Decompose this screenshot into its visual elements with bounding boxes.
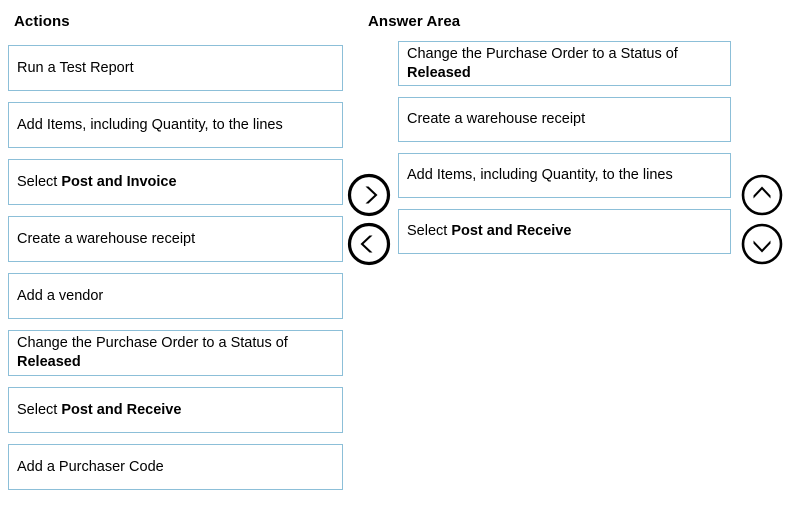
action-option-box[interactable]: Add Items, including Quantity, to the li…: [8, 102, 343, 148]
option-text-plain: Add a Purchaser Code: [17, 458, 164, 475]
action-option-box[interactable]: Add a Purchaser Code: [8, 444, 343, 490]
action-option-box[interactable]: Create a warehouse receipt: [8, 216, 343, 262]
chevron-down-icon: [741, 223, 783, 265]
option-text-emphasis: Released: [17, 354, 81, 370]
option-text-plain: Add Items, including Quantity, to the li…: [407, 167, 673, 183]
action-option-box[interactable]: Change the Purchase Order to a Status of…: [8, 330, 343, 376]
option-label: Create a warehouse receipt: [407, 110, 585, 129]
option-text-emphasis: Post and Receive: [61, 401, 182, 418]
option-text-plain: Run a Test Report: [17, 59, 134, 76]
chevron-up-icon: [741, 174, 783, 216]
action-option-box[interactable]: Run a Test Report: [8, 45, 343, 91]
option-label: Select Post and Receive: [17, 401, 181, 420]
option-text-plain: Select: [407, 223, 452, 239]
option-text-plain: Select: [17, 401, 62, 418]
option-label: Add Items, including Quantity, to the li…: [17, 116, 283, 135]
option-label: Add a vendor: [17, 287, 103, 306]
chevron-left-icon: [347, 222, 391, 266]
option-label: Create a warehouse receipt: [17, 230, 195, 249]
option-label: Run a Test Report: [17, 59, 134, 78]
option-text-plain: Add a vendor: [17, 287, 104, 304]
answer-option-box[interactable]: Add Items, including Quantity, to the li…: [398, 153, 731, 198]
action-option-box[interactable]: Add a vendor: [8, 273, 343, 319]
move-up-button[interactable]: [740, 173, 784, 217]
option-label: Select Post and Invoice: [17, 173, 177, 192]
option-label: Add a Purchaser Code: [17, 458, 164, 477]
option-text-plain: Select: [17, 173, 62, 190]
option-text-plain: Change the Purchase Order to a Status of: [17, 335, 288, 351]
option-text-emphasis: Released: [407, 64, 471, 81]
option-label: Change the Purchase Order to a Status of…: [407, 45, 722, 83]
answer-area-heading: Answer Area: [368, 13, 461, 30]
actions-heading: Actions: [14, 13, 70, 30]
option-label: Change the Purchase Order to a Status of…: [17, 334, 334, 372]
option-text-plain: Create a warehouse receipt: [407, 111, 586, 127]
move-right-button[interactable]: [347, 173, 391, 217]
action-option-box[interactable]: Select Post and Receive: [8, 387, 343, 433]
move-left-button[interactable]: [347, 222, 391, 266]
chevron-right-icon: [347, 173, 391, 217]
answer-option-box[interactable]: Create a warehouse receipt: [398, 97, 731, 142]
answer-option-box[interactable]: Select Post and Receive: [398, 209, 731, 254]
answer-option-box[interactable]: Change the Purchase Order to a Status of…: [398, 41, 731, 86]
option-label: Select Post and Receive: [407, 222, 571, 241]
option-label: Add Items, including Quantity, to the li…: [407, 166, 673, 185]
option-text-plain: Create a warehouse receipt: [17, 230, 196, 247]
move-down-button[interactable]: [740, 222, 784, 266]
actions-list: Run a Test Report Add Items, including Qu…: [8, 45, 343, 501]
option-text-plain: Add Items, including Quantity, to the li…: [17, 116, 283, 133]
option-text-emphasis: Post and Invoice: [61, 173, 177, 190]
action-option-box[interactable]: Select Post and Invoice: [8, 159, 343, 205]
answer-area-list: Change the Purchase Order to a Status of…: [398, 41, 731, 265]
option-text-emphasis: Post and Receive: [451, 223, 572, 239]
option-text-plain: Change the Purchase Order to a Status of: [407, 45, 678, 62]
